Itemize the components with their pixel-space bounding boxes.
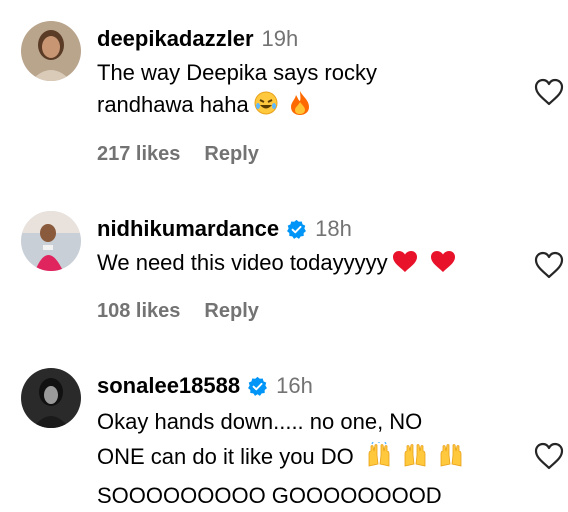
username[interactable]: nidhikumardance [97, 216, 279, 242]
comment-text-line: randhawa haha [97, 92, 249, 117]
likes-count[interactable]: 217 likes [97, 143, 180, 166]
raising-hands-emoji [438, 442, 464, 477]
reply-button[interactable]: Reply [204, 143, 258, 166]
timestamp: 16h [276, 373, 313, 398]
comment-text-line: The way Deepika says rocky [97, 60, 377, 85]
red-heart-emoji [392, 250, 418, 283]
reply-button[interactable]: Reply [204, 300, 258, 323]
red-heart-emoji [430, 250, 456, 283]
heart-outline-icon[interactable] [534, 251, 564, 279]
avatar[interactable] [21, 211, 81, 271]
raising-hands-emoji [402, 442, 428, 477]
verified-badge-icon [247, 376, 268, 397]
timestamp: 18h [315, 216, 352, 241]
avatar[interactable] [21, 368, 81, 428]
rolling-laugh-emoji [253, 90, 279, 125]
comment-text-line-with-emoji: ONE can do it like you DO [97, 441, 506, 477]
raising-hands-emoji [366, 441, 392, 477]
comment-text-line: SOOOOOOOOO GOOOOOOOOD [97, 483, 442, 508]
comment-text: Okay hands down..... no one, NO ONE can … [97, 406, 506, 512]
comment-text-line: ONE can do it like you DO [97, 444, 354, 469]
heart-outline-icon[interactable] [534, 78, 564, 106]
username[interactable]: sonalee18588 [97, 373, 240, 399]
username[interactable]: deepikadazzler [97, 26, 254, 52]
heart-outline-icon[interactable] [534, 442, 564, 470]
avatar[interactable] [21, 21, 81, 81]
comment-text-line-with-emoji: randhawa haha [97, 89, 506, 125]
comment-text-line: Okay hands down..... no one, NO [97, 409, 423, 434]
fire-emoji [289, 90, 311, 125]
comment-text-line: We need this video todayyyyy [97, 250, 388, 275]
comment-text: We need this video todayyyyy [97, 247, 506, 283]
likes-count[interactable]: 108 likes [97, 300, 180, 323]
comment-text: The way Deepika says rocky randhawa haha [97, 57, 506, 125]
timestamp: 19h [261, 26, 299, 51]
verified-badge-icon [286, 219, 307, 240]
